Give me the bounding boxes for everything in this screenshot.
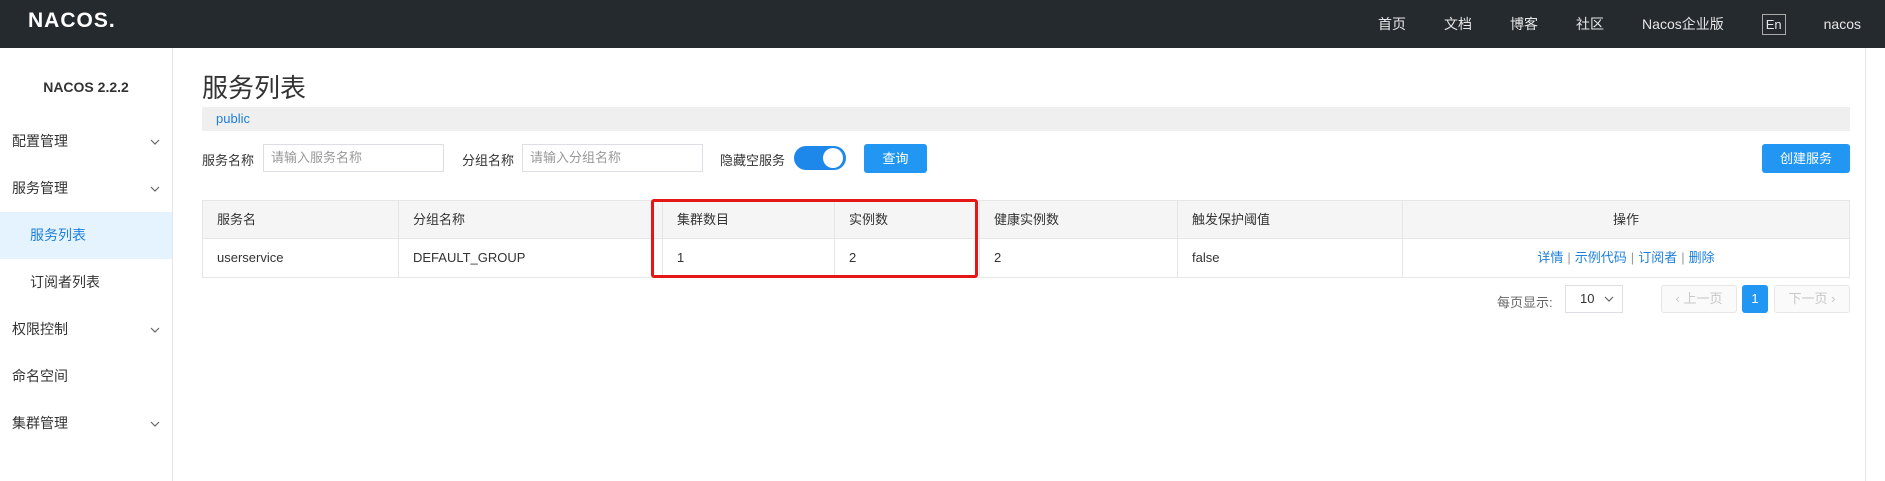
nav-docs-link[interactable]: 文档 [1444,14,1472,34]
group-name-label: 分组名称 [462,153,515,168]
header-cluster-count: 集群数目 [663,201,835,239]
sidebar-item-cluster-management[interactable]: 集群管理 [0,400,172,447]
sidebar-item-service-list[interactable]: 服务列表 [0,212,172,259]
group-name-input[interactable]: 请输入分组名称 [522,144,703,172]
page-scrollbar[interactable] [1865,48,1885,481]
chevron-right-icon: › [1827,291,1836,306]
toggle-knob [823,148,843,168]
cell-service-name: userservice [203,239,399,277]
header-service-name: 服务名 [203,201,399,239]
page-size-value: 10 [1580,291,1595,306]
next-page-label: 下一页 [1788,291,1828,306]
sidebar-item-label: 权限控制 [12,321,68,337]
chevron-down-icon [1604,286,1614,312]
pagination: 每页显示: 10 ‹ 上一页 1 下一页 › [202,285,1850,313]
cell-cluster-count: 1 [663,239,835,277]
query-button[interactable]: 查询 [864,144,927,173]
service-name-label: 服务名称 [202,153,255,168]
cell-operations: 详情 | 示例代码 | 订阅者 | 删除 [1403,239,1849,277]
page-title: 服务列表 [202,73,307,103]
language-switch-button[interactable]: En [1761,13,1786,35]
sidebar-item-service-management[interactable]: 服务管理 [0,165,172,212]
chevron-down-icon [150,165,160,212]
sidebar-item-label: 配置管理 [12,133,68,149]
chevron-down-icon [150,118,160,165]
cell-protect-threshold: false [1178,239,1403,277]
namespace-link-public[interactable]: public [216,111,250,126]
sidebar-item-subscriber-list[interactable]: 订阅者列表 [0,259,172,306]
prev-page-label: 上一页 [1683,291,1723,306]
sidebar-item-label: 服务管理 [12,180,68,196]
chevron-down-icon [150,400,160,447]
nav-community-link[interactable]: 社区 [1576,14,1604,34]
hide-empty-label: 隐藏空服务 [720,153,786,168]
namespace-bar: public [202,107,1850,131]
sidebar-item-label: 命名空间 [12,368,68,384]
separator: | [1630,250,1635,265]
separator: | [1567,250,1571,265]
delete-link[interactable]: 删除 [1689,250,1715,265]
service-name-input[interactable]: 请输入服务名称 [263,144,444,172]
cell-group-name: DEFAULT_GROUP [399,239,663,277]
separator: | [1681,250,1685,265]
next-page-button[interactable]: 下一页 › [1774,285,1850,313]
service-table: 服务名 分组名称 集群数目 实例数 健康实例数 触发保护阈值 操作 userse… [202,200,1850,278]
create-service-button[interactable]: 创建服务 [1762,144,1850,173]
cell-instance-count: 2 [835,239,980,277]
sidebar-item-config-management[interactable]: 配置管理 [0,118,172,165]
page-size-label: 每页显示: [1497,295,1553,310]
top-navbar: NACOS. 首页 文档 博客 社区 Nacos企业版 En nacos [0,0,1885,48]
nacos-logo[interactable]: NACOS. [28,9,116,33]
version-label: NACOS 2.2.2 [43,79,129,95]
sidebar: NACOS 2.2.2 配置管理 服务管理 服务列表 订阅者列表 权限控制 命名… [0,48,173,481]
header-protect-threshold: 触发保护阈值 [1178,201,1403,239]
sidebar-item-label: 服务列表 [30,227,86,243]
cell-healthy-count: 2 [980,239,1178,277]
sidebar-item-access-control[interactable]: 权限控制 [0,306,172,353]
sidebar-item-namespace[interactable]: 命名空间 [0,353,172,400]
header-healthy-count: 健康实例数 [980,201,1178,239]
hide-empty-toggle[interactable] [794,146,846,170]
subscribers-link[interactable]: 订阅者 [1638,250,1677,265]
filter-bar: 服务名称 请输入服务名称 分组名称 请输入分组名称 隐藏空服务 查询 创建服务 [202,143,1850,173]
page-size-select[interactable]: 10 [1565,285,1623,313]
chevron-down-icon [150,306,160,353]
page-number-current[interactable]: 1 [1742,285,1768,313]
table-row: userservice DEFAULT_GROUP 1 2 2 false 详情… [203,239,1849,277]
sidebar-item-label: 集群管理 [12,415,68,431]
nav-blog-link[interactable]: 博客 [1510,14,1538,34]
nav-home-link[interactable]: 首页 [1378,14,1406,34]
header-instance-count: 实例数 [835,201,980,239]
header-operations: 操作 [1612,212,1639,227]
user-menu[interactable]: nacos [1824,16,1861,32]
prev-page-button[interactable]: ‹ 上一页 [1661,285,1737,313]
nav-enterprise-link[interactable]: Nacos企业版 [1642,14,1724,34]
detail-link[interactable]: 详情 [1537,250,1563,265]
table-header-row: 服务名 分组名称 集群数目 实例数 健康实例数 触发保护阈值 操作 [203,201,1849,239]
header-group-name: 分组名称 [399,201,663,239]
sample-code-link[interactable]: 示例代码 [1575,250,1627,265]
sidebar-item-label: 订阅者列表 [30,274,100,290]
top-nav-links: 首页 文档 博客 社区 Nacos企业版 En nacos [1378,0,1885,48]
